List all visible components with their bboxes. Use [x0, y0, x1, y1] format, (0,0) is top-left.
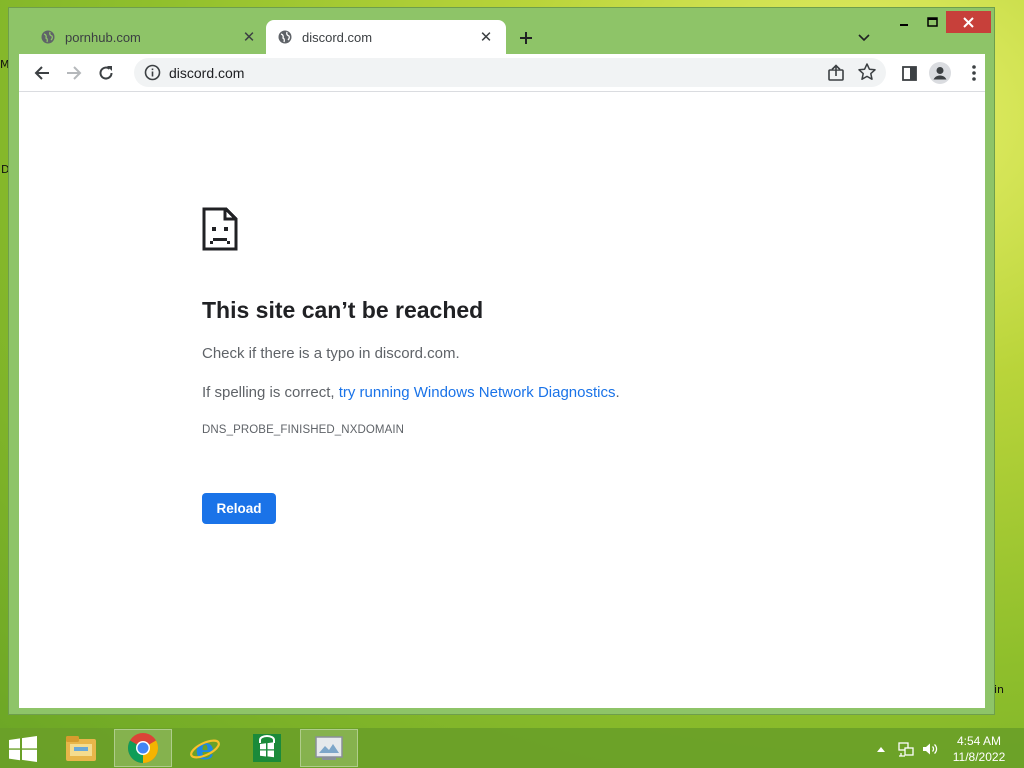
diagnostics-suffix: . — [615, 384, 620, 401]
reload-toolbar-button[interactable] — [93, 60, 119, 86]
arrow-right-icon — [67, 66, 82, 80]
clock[interactable]: 4:54 AM 11/8/2022 — [944, 733, 1014, 765]
error-suggestion-text: Check if there is a typo in discord.com. — [202, 345, 460, 362]
tab-pornhub[interactable]: pornhub.com ✕ — [29, 20, 269, 54]
desktop-icon-label-fragment: in — [994, 683, 1005, 696]
share-icon[interactable] — [826, 63, 846, 83]
tab-close-button[interactable]: ✕ — [239, 27, 259, 47]
chrome-icon — [127, 733, 159, 763]
side-panel-icon — [901, 65, 917, 81]
internet-explorer-icon: e — [190, 732, 220, 764]
network-tray-button[interactable] — [896, 740, 916, 758]
minimize-icon — [900, 24, 908, 26]
profile-avatar-icon — [929, 62, 951, 84]
info-icon[interactable] — [144, 64, 161, 81]
windows-start-button[interactable] — [8, 736, 38, 762]
network-icon — [898, 742, 914, 757]
url-text[interactable]: discord.com — [169, 65, 244, 81]
chrome-window: pornhub.com ✕ discord.com ✕ discord.com … — [9, 8, 994, 714]
chevron-down-icon — [858, 34, 870, 42]
arrow-left-icon — [34, 66, 49, 80]
speaker-icon — [923, 743, 938, 755]
show-hidden-icons-button[interactable] — [874, 740, 888, 758]
store-taskbar-button[interactable] — [238, 729, 296, 767]
tab-title: pornhub.com — [65, 29, 141, 45]
clock-date: 11/8/2022 — [952, 750, 1006, 764]
store-icon — [253, 734, 281, 762]
new-tab-button[interactable] — [514, 26, 538, 50]
file-explorer-taskbar-button[interactable] — [52, 729, 110, 767]
tab-title: discord.com — [302, 29, 373, 45]
volume-tray-button[interactable] — [920, 740, 940, 758]
network-diagnostics-link[interactable]: try running Windows Network Diagnostics — [339, 384, 616, 401]
page-content: This site can’t be reached Check if ther… — [19, 92, 985, 708]
star-icon[interactable] — [857, 62, 877, 82]
globe-icon — [41, 30, 55, 44]
tab-search-button[interactable] — [854, 28, 874, 48]
forward-button[interactable] — [61, 60, 87, 86]
globe-icon — [278, 30, 292, 44]
chevron-up-icon — [877, 747, 885, 752]
kebab-menu-icon — [972, 65, 976, 81]
menu-button[interactable] — [961, 60, 987, 86]
error-diagnostics-text: If spelling is correct, try running Wind… — [202, 384, 620, 401]
internet-explorer-taskbar-button[interactable]: e — [176, 729, 234, 767]
error-code: DNS_PROBE_FINISHED_NXDOMAIN — [202, 424, 405, 436]
svg-text:e: e — [195, 732, 214, 764]
sad-page-icon — [202, 207, 238, 251]
close-window-button[interactable] — [946, 11, 991, 33]
maximize-button[interactable] — [918, 11, 946, 33]
close-icon — [963, 16, 974, 28]
photo-viewer-taskbar-button[interactable] — [300, 729, 358, 767]
browser-toolbar: discord.com — [19, 54, 985, 92]
back-button[interactable] — [29, 60, 55, 86]
plus-icon — [520, 32, 532, 44]
tab-discord[interactable]: discord.com ✕ — [266, 20, 506, 54]
clock-time: 4:54 AM — [956, 734, 1002, 748]
file-explorer-icon — [66, 736, 96, 761]
profile-button[interactable] — [927, 60, 953, 86]
side-panel-button[interactable] — [896, 60, 922, 86]
reload-button[interactable]: Reload — [202, 493, 276, 524]
reload-icon — [99, 66, 113, 80]
chrome-taskbar-button[interactable] — [114, 729, 172, 767]
tab-close-button[interactable]: ✕ — [476, 27, 496, 47]
photo-viewer-icon — [315, 736, 343, 760]
minimize-button[interactable] — [890, 11, 918, 33]
maximize-icon — [926, 17, 938, 27]
taskbar: e 4:54 AM 11/8/2022 — [0, 728, 1024, 768]
error-heading: This site can’t be reached — [202, 297, 484, 323]
address-bar[interactable]: discord.com — [134, 58, 886, 87]
diagnostics-prefix: If spelling is correct, — [202, 384, 339, 401]
